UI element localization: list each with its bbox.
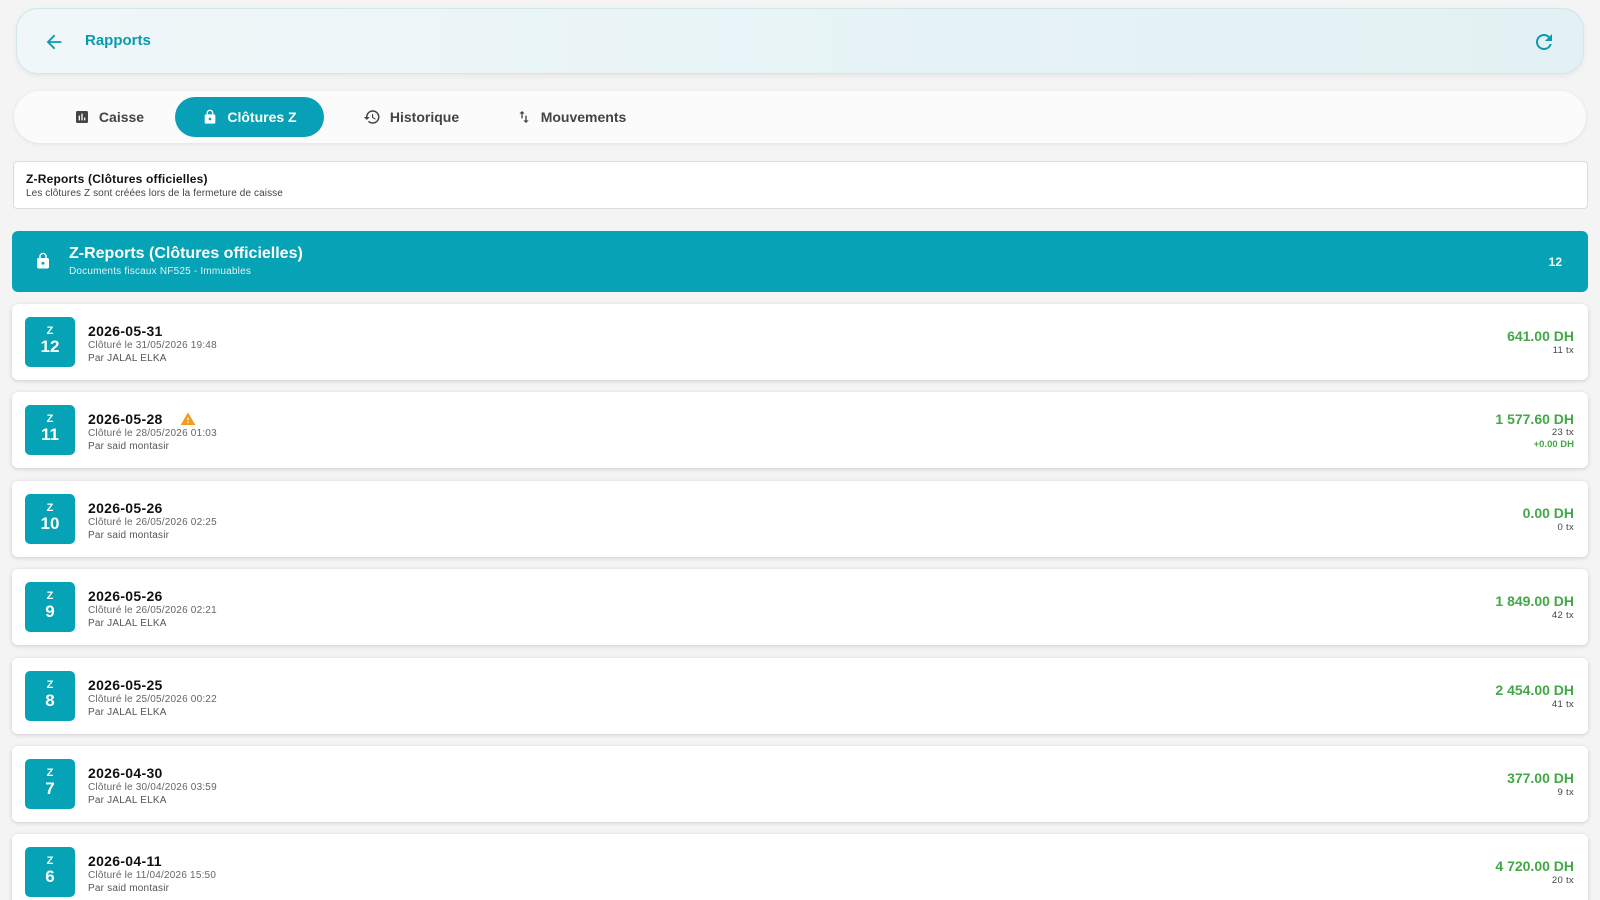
tab-historique[interactable]: Historique — [346, 97, 476, 137]
z-report-card[interactable]: Z 8 2026-05-25 Clôturé le 25/05/2026 00:… — [12, 658, 1588, 734]
z-number: 6 — [45, 867, 55, 886]
closed-at: Clôturé le 28/05/2026 01:03 — [88, 428, 217, 439]
report-amount: 4 720.00 DH — [1495, 858, 1574, 874]
z-number: 9 — [45, 602, 55, 621]
report-date: 2026-05-31 — [88, 323, 163, 339]
report-date: 2026-05-28 — [88, 411, 163, 427]
closed-by: Par said montasir — [88, 530, 170, 541]
closed-at: Clôturé le 31/05/2026 19:48 — [88, 340, 217, 351]
tab-caisse[interactable]: Caisse — [44, 97, 174, 137]
banner-title: Z-Reports (Clôtures officielles) — [69, 245, 303, 262]
z-number-badge: Z 8 — [25, 671, 75, 721]
app-header: Rapports — [16, 8, 1584, 74]
tab-label: Mouvements — [540, 109, 627, 125]
z-reports-banner: Z-Reports (Clôtures officielles) Documen… — [12, 231, 1588, 292]
closed-by: Par said montasir — [88, 441, 170, 452]
arrow-left-icon — [46, 34, 62, 50]
report-amount: 1 849.00 DH — [1495, 593, 1574, 609]
closed-at: Clôturé le 25/05/2026 00:22 — [88, 694, 217, 705]
transaction-count: 9 tx — [1557, 787, 1574, 798]
closed-at: Clôturé le 26/05/2026 02:21 — [88, 605, 217, 616]
z-number-badge: Z 12 — [25, 317, 75, 367]
lock-icon — [205, 109, 216, 124]
z-label: Z — [46, 767, 54, 779]
z-number-badge: Z 10 — [25, 494, 75, 544]
closed-by: Par JALAL ELKA — [88, 618, 167, 629]
z-label: Z — [46, 413, 54, 425]
closed-at: Clôturé le 11/04/2026 15:50 — [88, 870, 217, 881]
refresh-button[interactable] — [1529, 27, 1559, 57]
info-subtitle: Les clôtures Z sont créées lors de la fe… — [26, 188, 283, 199]
report-amount: 0.00 DH — [1522, 505, 1574, 521]
closed-by: Par said montasir — [88, 883, 170, 894]
z-label: Z — [46, 325, 54, 337]
closed-by: Par JALAL ELKA — [88, 353, 167, 364]
report-count-badge: 12 — [1548, 255, 1562, 269]
page-title: Rapports — [85, 32, 151, 49]
closed-by: Par JALAL ELKA — [88, 707, 167, 718]
z-report-card[interactable]: Z 6 2026-04-11 Clôturé le 11/04/2026 15:… — [12, 834, 1588, 900]
report-amount: 377.00 DH — [1507, 770, 1574, 786]
tab-label: Historique — [389, 109, 460, 125]
closed-at: Clôturé le 26/05/2026 02:25 — [88, 517, 217, 528]
z-number: 12 — [40, 337, 60, 356]
z-label: Z — [46, 502, 54, 514]
report-date: 2026-05-26 — [88, 500, 163, 516]
swap-vertical-icon — [519, 111, 529, 123]
report-date: 2026-05-26 — [88, 588, 163, 604]
closed-at: Clôturé le 30/04/2026 03:59 — [88, 782, 217, 793]
z-number-badge: Z 9 — [25, 582, 75, 632]
transaction-count: 20 tx — [1551, 875, 1574, 886]
tab-label: Clôtures Z — [227, 109, 297, 125]
closed-by: Par JALAL ELKA — [88, 795, 167, 806]
z-report-card[interactable]: Z 7 2026-04-30 Clôturé le 30/04/2026 03:… — [12, 746, 1588, 822]
z-number-badge: Z 11 — [25, 405, 75, 455]
z-label: Z — [46, 679, 54, 691]
z-label: Z — [46, 855, 54, 867]
back-button[interactable] — [39, 27, 69, 57]
bar-chart-icon — [75, 111, 88, 123]
z-number-badge: Z 7 — [25, 759, 75, 809]
transaction-count: 23 tx — [1551, 427, 1574, 438]
report-date: 2026-04-30 — [88, 765, 163, 781]
history-icon — [363, 110, 380, 124]
tab-mouvements[interactable]: Mouvements — [501, 97, 641, 137]
tab-clotures-z[interactable]: Clôtures Z — [175, 97, 324, 137]
report-date: 2026-05-25 — [88, 677, 163, 693]
report-date: 2026-04-11 — [88, 853, 162, 869]
z-number-badge: Z 6 — [25, 847, 75, 897]
report-amount: 2 454.00 DH — [1495, 682, 1574, 698]
z-label: Z — [46, 590, 54, 602]
report-amount: 641.00 DH — [1507, 328, 1574, 344]
banner-subtitle: Documents fiscaux NF525 - Immuables — [69, 266, 252, 277]
info-title: Z-Reports (Clôtures officielles) — [26, 172, 208, 186]
report-amount: 1 577.60 DH — [1495, 411, 1574, 427]
z-report-card[interactable]: Z 10 2026-05-26 Clôturé le 26/05/2026 02… — [12, 481, 1588, 557]
info-box: Z-Reports (Clôtures officielles) Les clô… — [13, 161, 1588, 209]
report-tabs: Caisse Clôtures Z Historique Mouvements — [14, 91, 1586, 143]
z-number: 10 — [40, 514, 60, 533]
z-report-card[interactable]: Z 11 2026-05-28 Clôturé le 28/05/2026 01… — [12, 392, 1588, 468]
transaction-count: 11 tx — [1552, 345, 1574, 356]
warning-icon — [180, 412, 196, 425]
transaction-count: 41 tx — [1551, 699, 1574, 710]
transaction-count: 0 tx — [1557, 522, 1574, 533]
refresh-icon — [1536, 34, 1552, 50]
z-number: 7 — [45, 779, 55, 798]
cash-difference: +0.00 DH — [1533, 439, 1574, 450]
z-report-card[interactable]: Z 12 2026-05-31 Clôturé le 31/05/2026 19… — [12, 304, 1588, 380]
tab-label: Caisse — [98, 109, 145, 125]
z-number: 11 — [41, 425, 59, 444]
transaction-count: 42 tx — [1551, 610, 1574, 621]
lock-icon — [37, 252, 49, 269]
z-number: 8 — [45, 691, 55, 710]
z-report-card[interactable]: Z 9 2026-05-26 Clôturé le 26/05/2026 02:… — [12, 569, 1588, 645]
